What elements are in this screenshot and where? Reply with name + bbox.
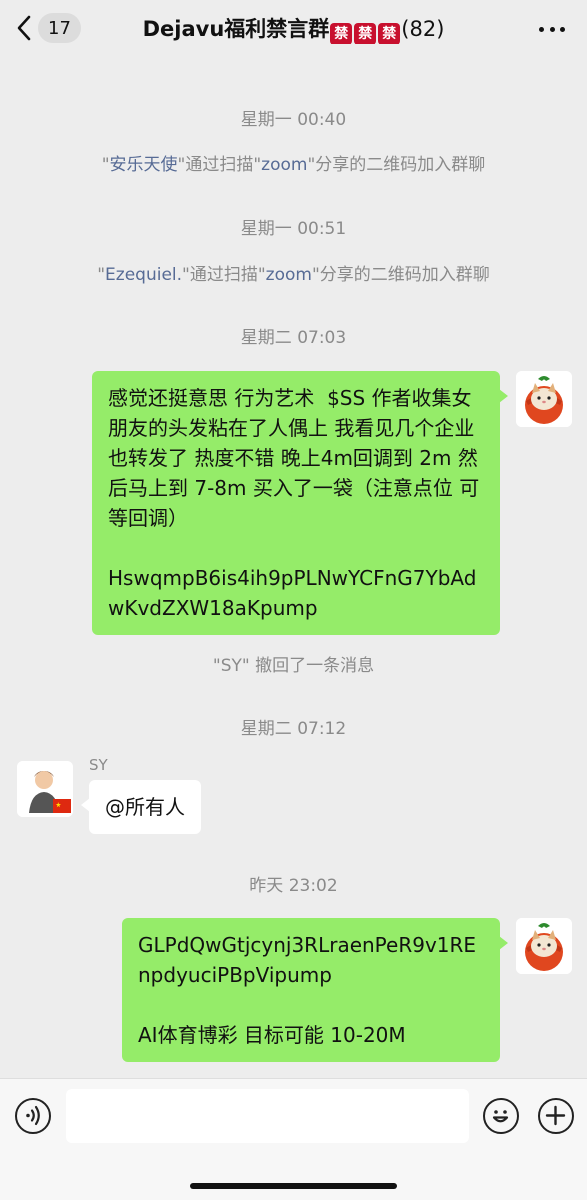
voice-icon[interactable] — [15, 1098, 51, 1134]
chat-header: 17 Dejavu福利禁言群禁禁禁 (82) — [0, 0, 587, 58]
chat-screen: 17 Dejavu福利禁言群禁禁禁 (82) 星期一 00:40 "安乐天使"通过… — [0, 0, 587, 1200]
user-link[interactable]: Ezequiel. — [105, 265, 182, 285]
sender-name: SY — [89, 756, 108, 774]
outgoing-message-bubble[interactable]: GLPdQwGtjcynj3RLraenPeR9v1REnpdyuciPBpVi… — [122, 918, 508, 1062]
timestamp: 星期一 00:51 — [240, 219, 347, 239]
system-message: "安乐天使"通过扫描"zoom"分享的二维码加入群聊 — [101, 155, 486, 175]
ban-emoji-icon: 禁 — [354, 23, 377, 44]
sender-avatar-sy[interactable] — [17, 761, 73, 817]
home-indicator[interactable] — [190, 1183, 397, 1189]
message-input[interactable] — [66, 1089, 469, 1143]
timestamp: 昨天 23:02 — [249, 876, 338, 896]
chat-title-text: Dejavu福利禁言群 — [142, 17, 330, 41]
my-avatar[interactable] — [516, 918, 572, 974]
more-icon[interactable] — [539, 22, 565, 36]
user-link[interactable]: zoom — [261, 155, 307, 175]
ban-emoji-icon: 禁 — [330, 23, 353, 44]
user-link[interactable]: zoom — [266, 265, 312, 285]
cat-avatar-icon — [516, 371, 572, 427]
ban-emoji-icon: 禁 — [378, 23, 401, 44]
chat-title: Dejavu福利禁言群禁禁禁 (82) — [110, 14, 477, 44]
emoji-icon[interactable] — [483, 1098, 519, 1134]
outgoing-message-bubble[interactable]: 感觉还挺意思 行为艺术 $SS 作者收集女朋友的头发粘在了人偶上 我看见几个企业… — [92, 371, 508, 635]
my-avatar[interactable] — [516, 371, 572, 427]
unread-count-badge: 17 — [38, 13, 81, 43]
timestamp: 星期二 07:12 — [240, 719, 347, 739]
person-avatar-icon — [17, 761, 73, 817]
input-bar — [0, 1078, 587, 1200]
incoming-message-bubble[interactable]: @所有人 — [81, 780, 201, 834]
user-link[interactable]: 安乐天使 — [110, 155, 178, 175]
member-count: (82) — [401, 17, 445, 41]
timestamp: 星期二 07:03 — [240, 328, 347, 348]
cat-avatar-icon — [516, 918, 572, 974]
recall-notice: "SY" 撤回了一条消息 — [212, 656, 375, 676]
plus-icon[interactable] — [538, 1098, 574, 1134]
system-message: "Ezequiel."通过扫描"zoom"分享的二维码加入群聊 — [97, 265, 490, 285]
back-button[interactable]: 17 — [14, 10, 84, 46]
timestamp: 星期一 00:40 — [240, 110, 347, 130]
chevron-left-icon — [17, 15, 31, 41]
